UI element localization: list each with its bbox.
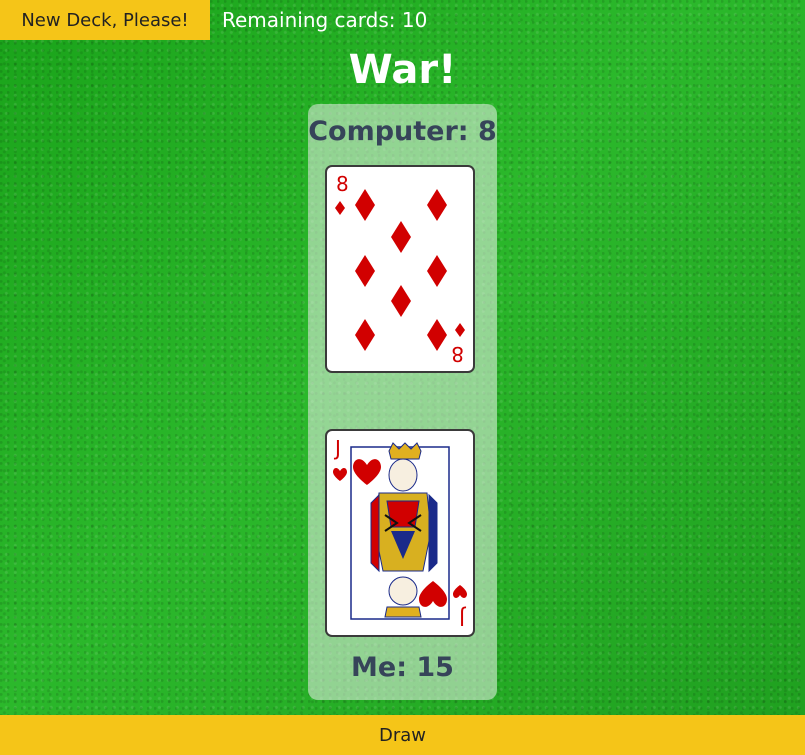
remaining-cards-text: Remaining cards: 10 [222, 8, 428, 32]
game-board: Computer: 8 8 8 J J Me: 15 [308, 104, 497, 700]
player-card: J J [325, 429, 475, 637]
player-score-label: Me: 15 [351, 652, 454, 683]
jack-of-hearts-image: J J [333, 436, 467, 630]
card-rank-bottom: J [459, 606, 467, 630]
draw-button[interactable]: Draw [0, 715, 805, 755]
card-rank-bottom: 8 [451, 342, 464, 366]
card-rank-top: J [333, 436, 341, 460]
computer-card: 8 8 [325, 165, 475, 373]
computer-score-label: Computer: 8 [308, 116, 497, 147]
eight-of-diamonds-image: 8 8 [335, 172, 465, 366]
card-rank-top: 8 [336, 172, 349, 196]
new-deck-button[interactable]: New Deck, Please! [0, 0, 210, 40]
top-bar: New Deck, Please! Remaining cards: 10 [0, 0, 427, 40]
page-title: War! [348, 47, 457, 93]
